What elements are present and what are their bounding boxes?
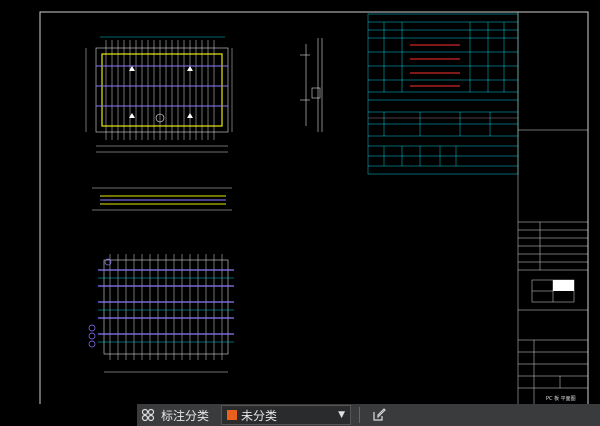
category-dropdown[interactable]: 未分类 ▼ (221, 405, 352, 425)
toolbar-divider (359, 407, 361, 423)
rebar-schedule-table (367, 13, 519, 175)
drawing-border (39, 11, 589, 404)
rebar-plan-bottom (88, 254, 234, 373)
section-view-vertical (300, 38, 323, 132)
category-value: 未分类 (241, 408, 278, 423)
grid-apps-icon[interactable] (137, 404, 159, 426)
edit-icon[interactable] (368, 404, 390, 426)
cad-drawing-canvas[interactable]: PC 板 平面图 (0, 0, 600, 404)
section-view-horizontal (92, 187, 232, 211)
category-color-swatch (227, 410, 238, 420)
title-block (517, 12, 588, 404)
annotation-toolbar: 标注分类 未分类 ▼ (137, 404, 600, 426)
chevron-down-icon: ▼ (338, 410, 346, 420)
plan-view-top (85, 36, 233, 153)
title-block-filled-cell (553, 280, 574, 291)
category-label: 标注分类 (161, 408, 210, 423)
title-block-text: PC 板 平面图 (546, 395, 576, 402)
